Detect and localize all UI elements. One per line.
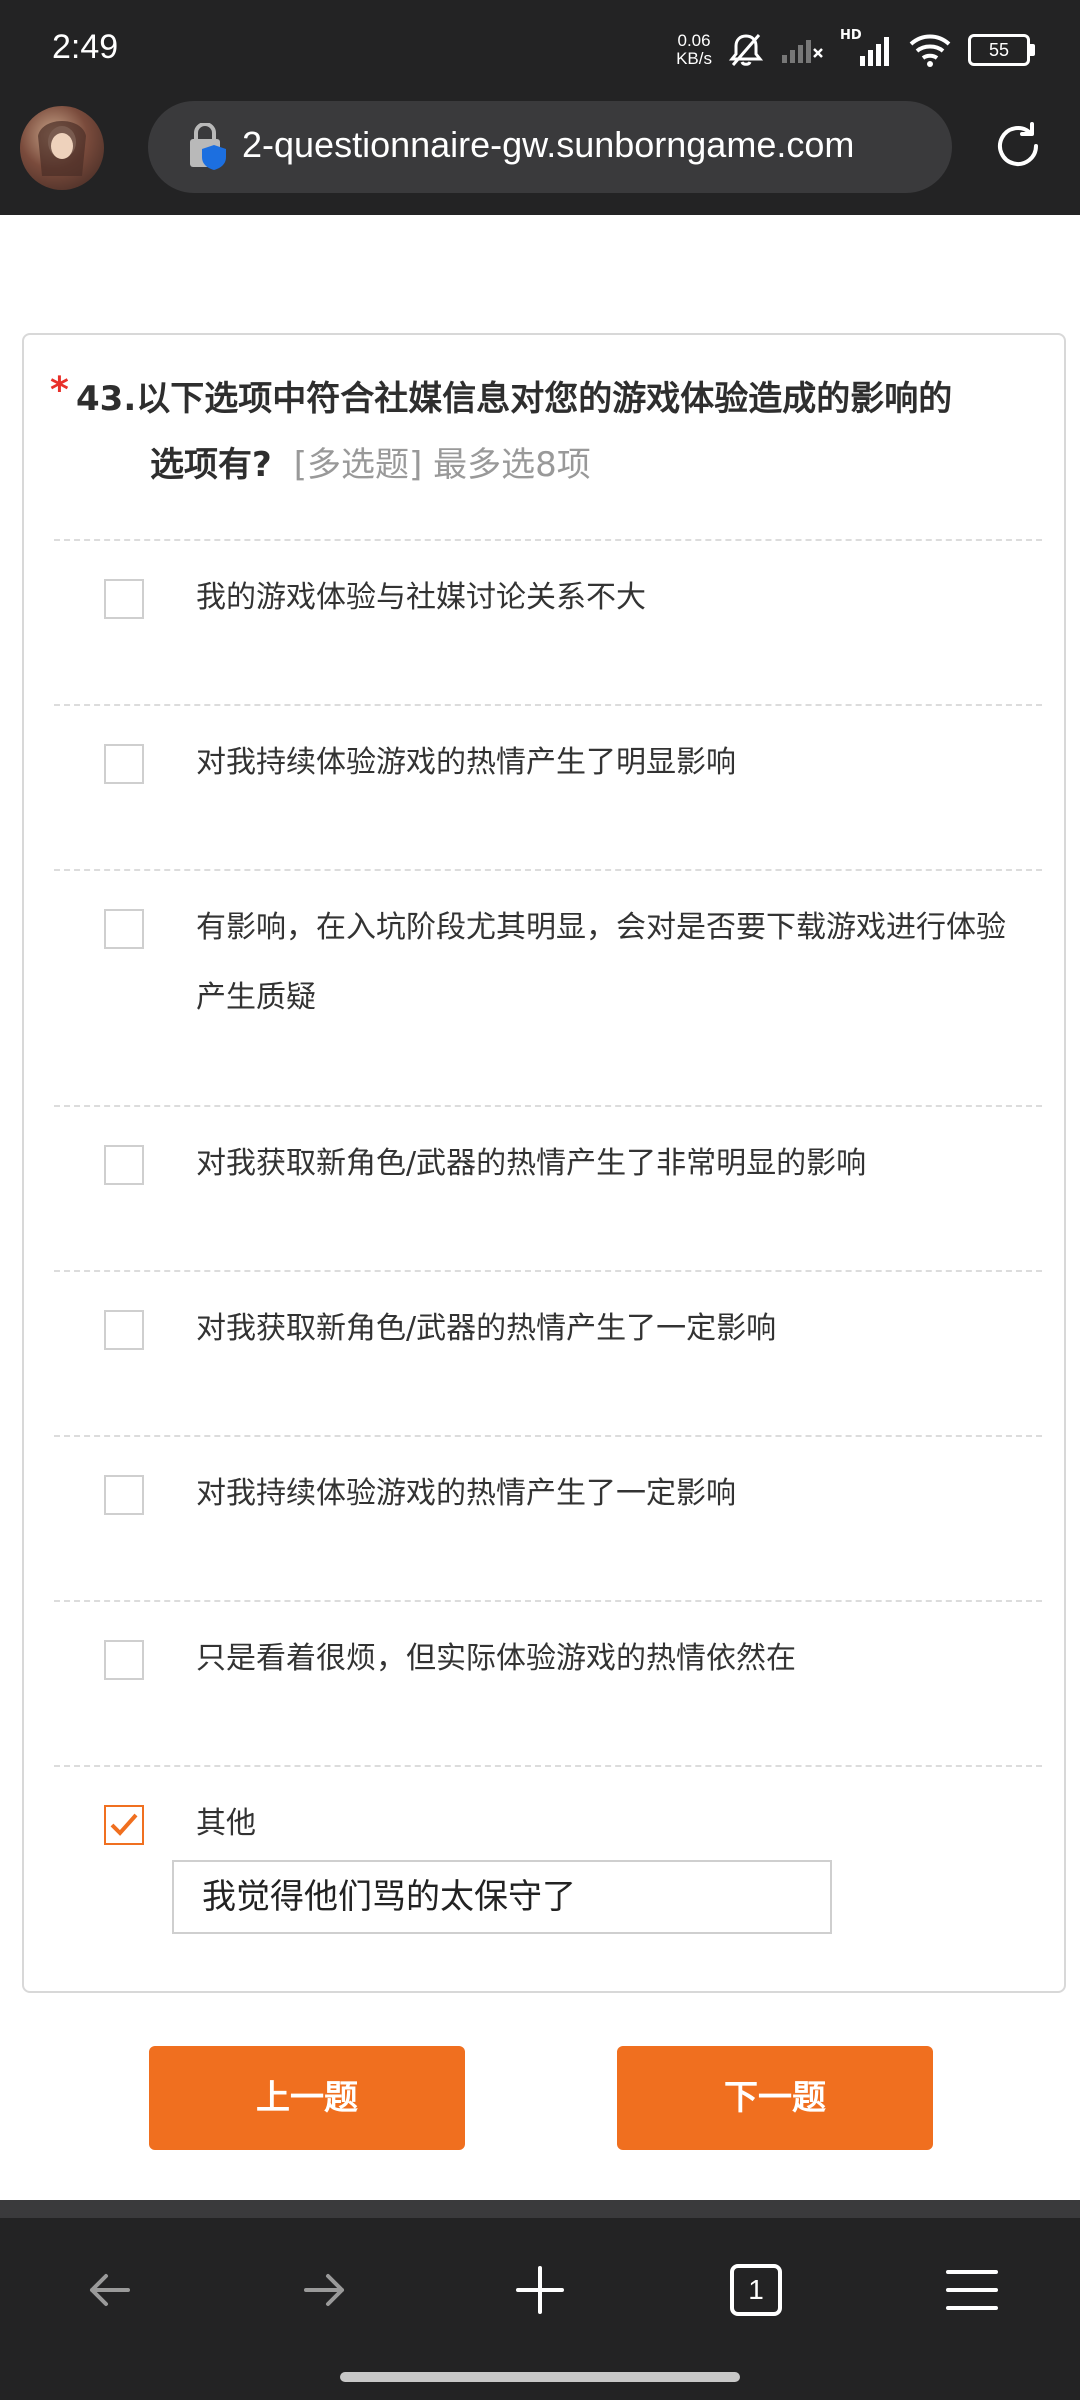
- back-arrow-icon[interactable]: [80, 2260, 140, 2320]
- option-item[interactable]: 对我持续体验游戏的热情产生了明显影响: [54, 704, 1042, 870]
- option-label[interactable]: 对我获取新角色/武器的热情产生了一定影响: [196, 1294, 1016, 1364]
- signal-weak-icon: [782, 40, 823, 63]
- forward-arrow-icon[interactable]: [294, 2260, 354, 2320]
- option-checkbox[interactable]: [104, 744, 144, 784]
- url-text[interactable]: 2-questionnaire-gw.sunborngame.com: [242, 124, 854, 166]
- status-time: 2:49: [52, 28, 119, 66]
- question-title-line1: 43.以下选项中符合社媒信息对您的游戏体验造成的影响的: [76, 379, 953, 419]
- signal-hd-icon: HD: [840, 28, 892, 68]
- option-item[interactable]: 对我持续体验游戏的热情产生了一定影响: [54, 1435, 1042, 1601]
- option-checkbox[interactable]: [104, 1475, 144, 1515]
- status-icons: 0.06 KB/s HD 55: [676, 28, 1035, 70]
- option-label[interactable]: 对我获取新角色/武器的热情产生了非常明显的影响: [196, 1129, 1016, 1199]
- option-checkbox[interactable]: [104, 1640, 144, 1680]
- tab-count-icon[interactable]: 1: [730, 2264, 782, 2316]
- option-checkbox[interactable]: [104, 909, 144, 949]
- option-checkbox[interactable]: [104, 1145, 144, 1185]
- option-label[interactable]: 对我持续体验游戏的热情产生了一定影响: [196, 1459, 1016, 1529]
- option-checkbox[interactable]: [104, 579, 144, 619]
- option-label[interactable]: 有影响，在入坑阶段尤其明显，会对是否要下载游戏进行体验产生质疑: [196, 893, 1016, 1033]
- menu-icon[interactable]: [942, 2260, 1002, 2320]
- option-checkbox[interactable]: [104, 1310, 144, 1350]
- question-card: * 43.以下选项中符合社媒信息对您的游戏体验造成的影响的 选项有? [多选题] …: [22, 333, 1066, 1993]
- secure-lock-icon: [190, 123, 226, 170]
- next-question-button[interactable]: 下一题: [617, 2046, 933, 2150]
- question-hint: [多选题] 最多选8项: [293, 445, 591, 485]
- option-label[interactable]: 对我持续体验游戏的热情产生了明显影响: [196, 728, 1016, 798]
- browser-top-bar: 2:49 0.06 KB/s HD 55 2-questionnaire-gw.…: [0, 0, 1080, 215]
- home-indicator[interactable]: [340, 2372, 740, 2382]
- network-speed: 0.06 KB/s: [676, 31, 712, 68]
- other-text-input[interactable]: 我觉得他们骂的太保守了: [172, 1860, 832, 1934]
- address-bar[interactable]: 2-questionnaire-gw.sunborngame.com: [148, 101, 952, 193]
- option-item[interactable]: 对我获取新角色/武器的热情产生了非常明显的影响: [54, 1105, 1042, 1271]
- checkmark-icon: [110, 1813, 138, 1836]
- option-item[interactable]: 只是看着很烦，但实际体验游戏的热情依然在: [54, 1600, 1042, 1766]
- option-item[interactable]: 对我获取新角色/武器的热情产生了一定影响: [54, 1270, 1042, 1436]
- mute-bell-icon: [728, 34, 764, 66]
- option-checkbox-checked[interactable]: [104, 1805, 144, 1845]
- prev-question-button[interactable]: 上一题: [149, 2046, 465, 2150]
- required-mark: *: [50, 370, 69, 411]
- reload-icon[interactable]: [990, 118, 1046, 174]
- option-item[interactable]: 有影响，在入坑阶段尤其明显，会对是否要下载游戏进行体验产生质疑: [54, 869, 1042, 1105]
- option-label[interactable]: 只是看着很烦，但实际体验游戏的热情依然在: [196, 1624, 1016, 1694]
- option-item[interactable]: 我的游戏体验与社媒讨论关系不大: [54, 539, 1042, 705]
- new-tab-plus-icon[interactable]: [510, 2260, 570, 2320]
- option-label[interactable]: 我的游戏体验与社媒讨论关系不大: [196, 563, 1016, 633]
- question-title-line2: 选项有? [多选题] 最多选8项: [150, 445, 591, 485]
- option-label[interactable]: 其他: [196, 1789, 1016, 1859]
- wifi-icon: [909, 34, 951, 67]
- profile-avatar[interactable]: [20, 106, 104, 190]
- battery-indicator: 55: [968, 34, 1035, 66]
